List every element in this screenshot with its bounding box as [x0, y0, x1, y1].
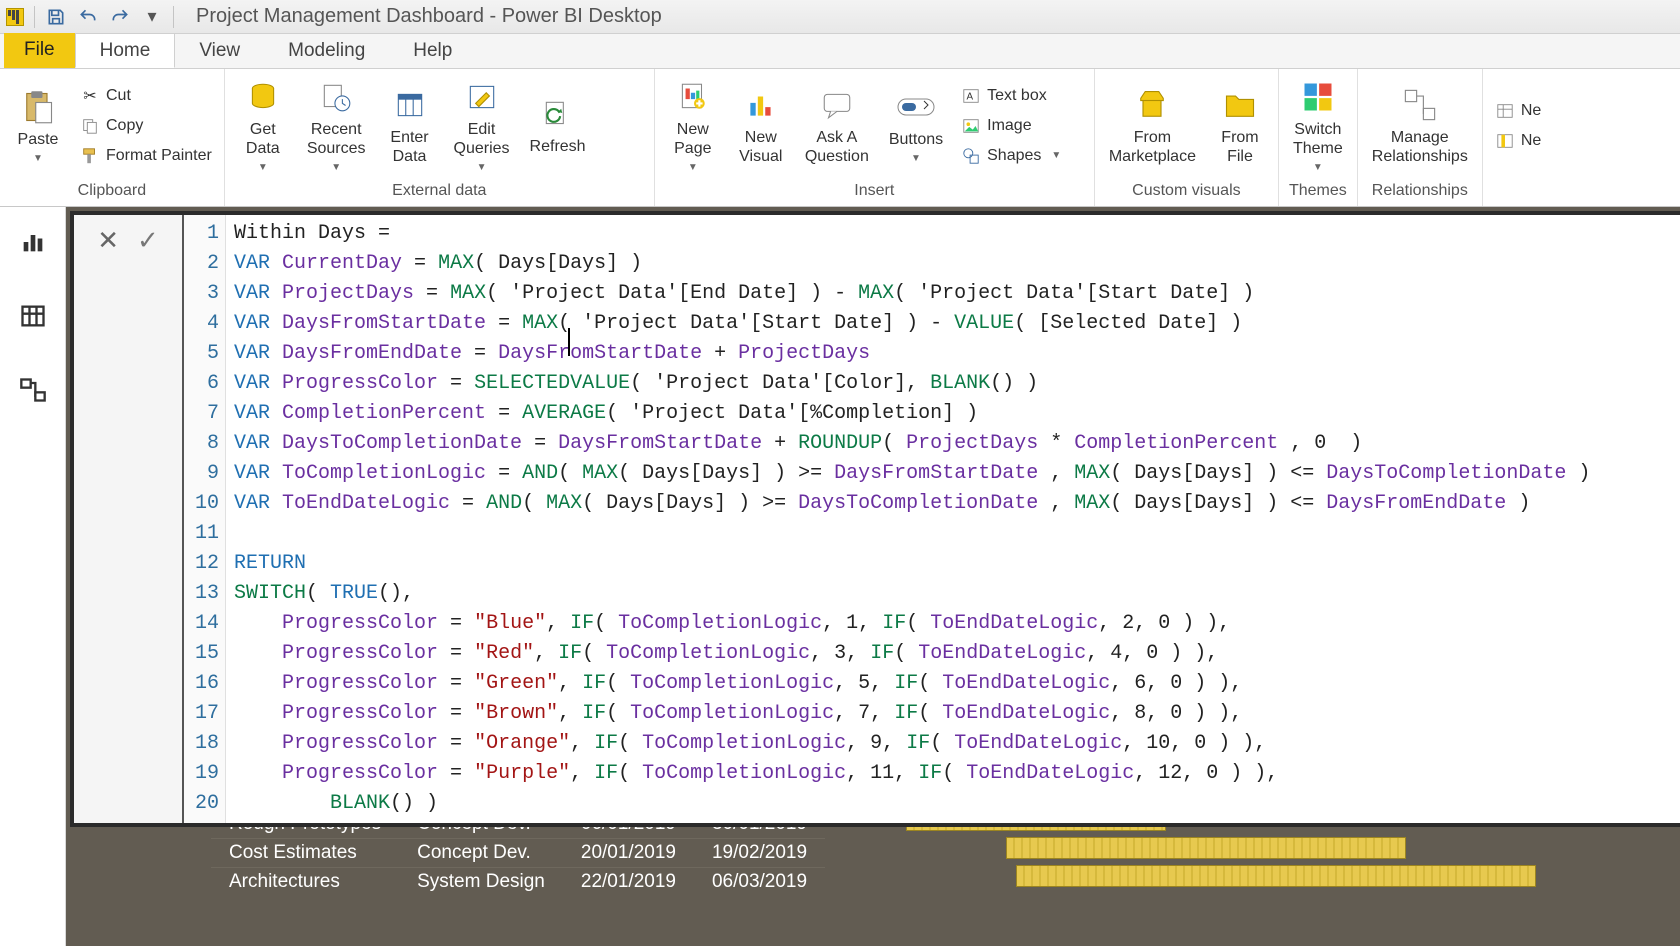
- format-painter-button[interactable]: Format Painter: [76, 144, 216, 168]
- ask-question-icon: [817, 85, 857, 125]
- redo-icon[interactable]: [109, 6, 131, 28]
- manage-relationships-button[interactable]: Manage Relationships: [1366, 81, 1474, 170]
- refresh-icon: [538, 94, 578, 134]
- from-file-button[interactable]: From File: [1210, 81, 1270, 170]
- enter-data-button[interactable]: Enter Data: [380, 81, 440, 170]
- image-icon: [961, 116, 981, 136]
- save-icon[interactable]: [45, 6, 67, 28]
- formula-bar[interactable]: ✕ ✓ 1234567891011121314151617181920 With…: [70, 211, 1680, 827]
- edit-queries-button[interactable]: Edit Queries▼: [448, 73, 516, 177]
- chevron-down-icon: ▼: [1051, 150, 1061, 161]
- column-icon: [1495, 131, 1515, 151]
- from-file-icon: [1220, 85, 1260, 125]
- group-label-relationships: Relationships: [1366, 180, 1474, 204]
- chevron-down-icon: ▼: [331, 162, 341, 174]
- format-painter-icon: [80, 146, 100, 166]
- ribbon-group-external-data: Get Data▼ Recent Sources▼ Enter Data Edi…: [225, 69, 655, 206]
- recent-sources-button[interactable]: Recent Sources▼: [301, 73, 372, 177]
- ask-question-button[interactable]: Ask A Question: [799, 81, 875, 170]
- buttons-button[interactable]: Buttons▼: [883, 83, 949, 169]
- table-icon: [1495, 101, 1515, 121]
- ribbon-group-insert: New Page▼ New Visual Ask A Question Butt…: [655, 69, 1095, 206]
- from-marketplace-button[interactable]: From Marketplace: [1103, 81, 1202, 170]
- paste-button[interactable]: Paste ▼: [8, 83, 68, 169]
- refresh-button[interactable]: Refresh: [524, 90, 592, 160]
- chevron-down-icon: ▼: [477, 162, 487, 174]
- buttons-icon: [896, 87, 936, 127]
- tab-help[interactable]: Help: [389, 33, 476, 68]
- quick-access-toolbar: ▾: [6, 6, 174, 28]
- switch-theme-button[interactable]: Switch Theme▼: [1287, 73, 1349, 177]
- chevron-down-icon: ▼: [1313, 162, 1323, 174]
- text-box-button[interactable]: AText box: [957, 84, 1065, 108]
- recent-sources-icon: [316, 77, 356, 117]
- paste-icon: [18, 87, 58, 127]
- shapes-button[interactable]: Shapes▼: [957, 144, 1065, 168]
- new-visual-icon: [741, 85, 781, 125]
- ribbon-group-relationships: Manage Relationships Relationships: [1358, 69, 1483, 206]
- qat-separator-2: [173, 6, 174, 28]
- table-row[interactable]: ArchitecturesSystem Design22/01/201906/0…: [211, 868, 825, 897]
- table-row[interactable]: Cost EstimatesConcept Dev.20/01/201919/0…: [211, 839, 825, 868]
- get-data-icon: [243, 77, 283, 117]
- dax-editor[interactable]: Within Days = VAR CurrentDay = MAX( Days…: [226, 215, 1680, 823]
- chevron-down-icon: ▼: [911, 153, 921, 165]
- title-bar: ▾ Project Management Dashboard - Power B…: [0, 0, 1680, 34]
- formula-controls: ✕ ✓: [74, 215, 184, 823]
- ribbon-tabs: File Home View Modeling Help: [0, 34, 1680, 69]
- ribbon-group-overflow: Ne Ne: [1483, 69, 1553, 206]
- copy-icon: [80, 116, 100, 136]
- overflow-item-2[interactable]: Ne: [1491, 129, 1545, 153]
- group-label-themes: Themes: [1287, 180, 1349, 204]
- edit-queries-icon: [462, 77, 502, 117]
- tab-file[interactable]: File: [4, 33, 75, 68]
- ribbon-group-themes: Switch Theme▼ Themes: [1279, 69, 1358, 206]
- svg-text:A: A: [967, 91, 974, 102]
- tab-modeling[interactable]: Modeling: [264, 33, 389, 68]
- ribbon: Paste ▼ ✂Cut Copy Format Painter Clipboa…: [0, 69, 1680, 207]
- relationships-icon: [1400, 85, 1440, 125]
- new-page-button[interactable]: New Page▼: [663, 73, 723, 177]
- line-gutter: 1234567891011121314151617181920: [184, 215, 226, 823]
- chevron-down-icon: ▼: [33, 153, 43, 165]
- get-data-button[interactable]: Get Data▼: [233, 73, 293, 177]
- qat-dropdown-icon[interactable]: ▾: [141, 6, 163, 28]
- window-title: Project Management Dashboard - Power BI …: [196, 5, 662, 28]
- text-caret: [568, 328, 570, 356]
- group-label-custom-visuals: Custom visuals: [1103, 180, 1270, 204]
- model-view-button[interactable]: [16, 373, 50, 407]
- cut-button[interactable]: ✂Cut: [76, 84, 216, 108]
- switch-theme-icon: [1298, 77, 1338, 117]
- workspace: CURREN Project 1 ✕ ✓ 1234567891011121314…: [0, 207, 1680, 946]
- undo-icon[interactable]: [77, 6, 99, 28]
- chevron-down-icon: ▼: [688, 162, 698, 174]
- powerbi-app-icon: [6, 8, 24, 26]
- cut-icon: ✂: [80, 86, 100, 106]
- data-view-button[interactable]: [16, 299, 50, 333]
- overflow-item-1[interactable]: Ne: [1491, 99, 1545, 123]
- marketplace-icon: [1132, 85, 1172, 125]
- chevron-down-icon: ▼: [258, 162, 268, 174]
- commit-formula-icon[interactable]: ✓: [137, 225, 159, 256]
- enter-data-icon: [390, 85, 430, 125]
- tab-home[interactable]: Home: [75, 33, 176, 68]
- tab-view[interactable]: View: [175, 33, 264, 68]
- qat-separator: [34, 6, 35, 28]
- new-visual-button[interactable]: New Visual: [731, 81, 791, 170]
- paste-label: Paste: [18, 131, 59, 149]
- copy-button[interactable]: Copy: [76, 114, 216, 138]
- group-label-insert: Insert: [663, 180, 1086, 204]
- report-canvas[interactable]: CURREN Project 1 ✕ ✓ 1234567891011121314…: [66, 207, 1680, 946]
- shapes-icon: [961, 146, 981, 166]
- group-label-external-data: External data: [233, 180, 646, 204]
- ribbon-group-clipboard: Paste ▼ ✂Cut Copy Format Painter Clipboa…: [0, 69, 225, 206]
- report-view-button[interactable]: [16, 225, 50, 259]
- group-label-clipboard: Clipboard: [8, 180, 216, 204]
- cancel-formula-icon[interactable]: ✕: [97, 225, 119, 256]
- text-box-icon: A: [961, 86, 981, 106]
- image-button[interactable]: Image: [957, 114, 1065, 138]
- ribbon-group-custom-visuals: From Marketplace From File Custom visual…: [1095, 69, 1279, 206]
- new-page-icon: [673, 77, 713, 117]
- view-rail: [0, 207, 66, 946]
